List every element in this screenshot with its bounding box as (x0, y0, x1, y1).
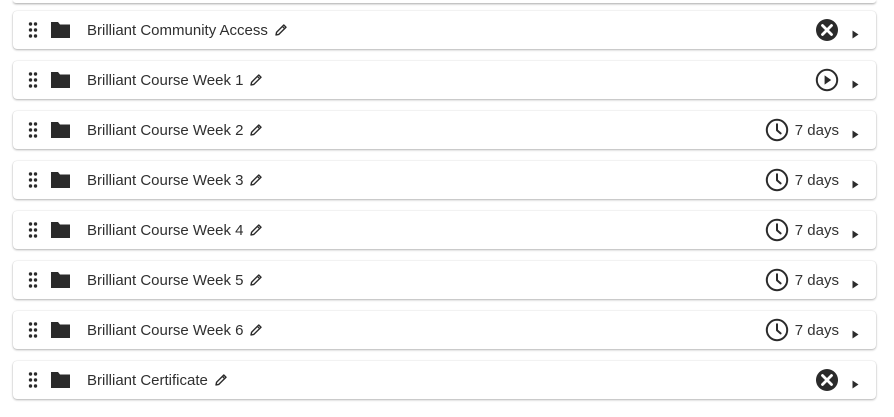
module-title: Brilliant Course Week 1 (87, 71, 244, 89)
clock-icon (765, 268, 789, 292)
folder-icon (50, 121, 71, 139)
drag-handle-icon[interactable] (28, 222, 38, 238)
caret-right-icon[interactable] (852, 226, 859, 239)
folder-icon (50, 171, 71, 189)
module-title-group: Brilliant Course Week 3 (87, 161, 263, 199)
edit-pencil-icon[interactable] (274, 23, 288, 37)
module-title-group: Brilliant Community Access (87, 11, 288, 49)
folder-icon (50, 71, 71, 89)
folder-icon (50, 221, 71, 239)
module-title: Brilliant Course Week 6 (87, 321, 244, 339)
drip-days-label: 7 days (794, 271, 839, 289)
module-status (815, 61, 839, 99)
module-title: Brilliant Course Week 4 (87, 221, 244, 239)
module-title: Brilliant Course Week 5 (87, 271, 244, 289)
caret-right-icon[interactable] (852, 26, 859, 39)
clock-icon (765, 168, 789, 192)
module-row[interactable]: Brilliant Course Week 6 7 days (13, 311, 876, 349)
previous-row-edge (13, 0, 876, 3)
module-title: Brilliant Community Access (87, 21, 268, 39)
folder-icon (50, 321, 71, 339)
module-row[interactable]: Brilliant Course Week 2 7 days (13, 111, 876, 149)
drag-handle-icon[interactable] (28, 322, 38, 338)
play-icon (815, 68, 839, 92)
drip-days-label: 7 days (794, 321, 839, 339)
edit-pencil-icon[interactable] (249, 223, 263, 237)
caret-right-icon[interactable] (852, 126, 859, 139)
closed-icon (815, 368, 839, 392)
drip-days-label: 7 days (794, 171, 839, 189)
edit-pencil-icon[interactable] (214, 373, 228, 387)
module-title-group: Brilliant Certificate (87, 361, 228, 399)
caret-right-icon[interactable] (852, 276, 859, 289)
drip-days-label: 7 days (794, 121, 839, 139)
drag-handle-icon[interactable] (28, 272, 38, 288)
module-title-group: Brilliant Course Week 2 (87, 111, 263, 149)
module-status: 7 days (765, 111, 839, 149)
clock-icon (765, 218, 789, 242)
module-row[interactable]: Brilliant Certificate (13, 361, 876, 399)
clock-icon (765, 318, 789, 342)
caret-right-icon[interactable] (852, 376, 859, 389)
drag-handle-icon[interactable] (28, 372, 38, 388)
clock-icon (765, 118, 789, 142)
module-status (815, 11, 839, 49)
drag-handle-icon[interactable] (28, 122, 38, 138)
module-row[interactable]: Brilliant Course Week 4 7 days (13, 211, 876, 249)
drag-handle-icon[interactable] (28, 72, 38, 88)
module-title: Brilliant Course Week 2 (87, 121, 244, 139)
drag-handle-icon[interactable] (28, 22, 38, 38)
module-title: Brilliant Certificate (87, 371, 208, 389)
module-title-group: Brilliant Course Week 5 (87, 261, 263, 299)
module-status: 7 days (765, 311, 839, 349)
module-row[interactable]: Brilliant Course Week 3 7 days (13, 161, 876, 199)
module-row[interactable]: Brilliant Community Access (13, 11, 876, 49)
caret-right-icon[interactable] (852, 176, 859, 189)
folder-icon (50, 271, 71, 289)
folder-icon (50, 21, 71, 39)
module-status: 7 days (765, 261, 839, 299)
module-row[interactable]: Brilliant Course Week 5 7 days (13, 261, 876, 299)
drip-days-label: 7 days (794, 221, 839, 239)
module-title-group: Brilliant Course Week 6 (87, 311, 263, 349)
module-title: Brilliant Course Week 3 (87, 171, 244, 189)
module-status: 7 days (765, 161, 839, 199)
module-status: 7 days (765, 211, 839, 249)
edit-pencil-icon[interactable] (249, 323, 263, 337)
drag-handle-icon[interactable] (28, 172, 38, 188)
edit-pencil-icon[interactable] (249, 73, 263, 87)
module-status (815, 361, 839, 399)
edit-pencil-icon[interactable] (249, 123, 263, 137)
caret-right-icon[interactable] (852, 76, 859, 89)
module-list: Brilliant Community Access Brilliant Cou… (0, 0, 894, 417)
edit-pencil-icon[interactable] (249, 273, 263, 287)
edit-pencil-icon[interactable] (249, 173, 263, 187)
module-row[interactable]: Brilliant Course Week 1 (13, 61, 876, 99)
module-title-group: Brilliant Course Week 1 (87, 61, 263, 99)
module-title-group: Brilliant Course Week 4 (87, 211, 263, 249)
folder-icon (50, 371, 71, 389)
caret-right-icon[interactable] (852, 326, 859, 339)
closed-icon (815, 18, 839, 42)
